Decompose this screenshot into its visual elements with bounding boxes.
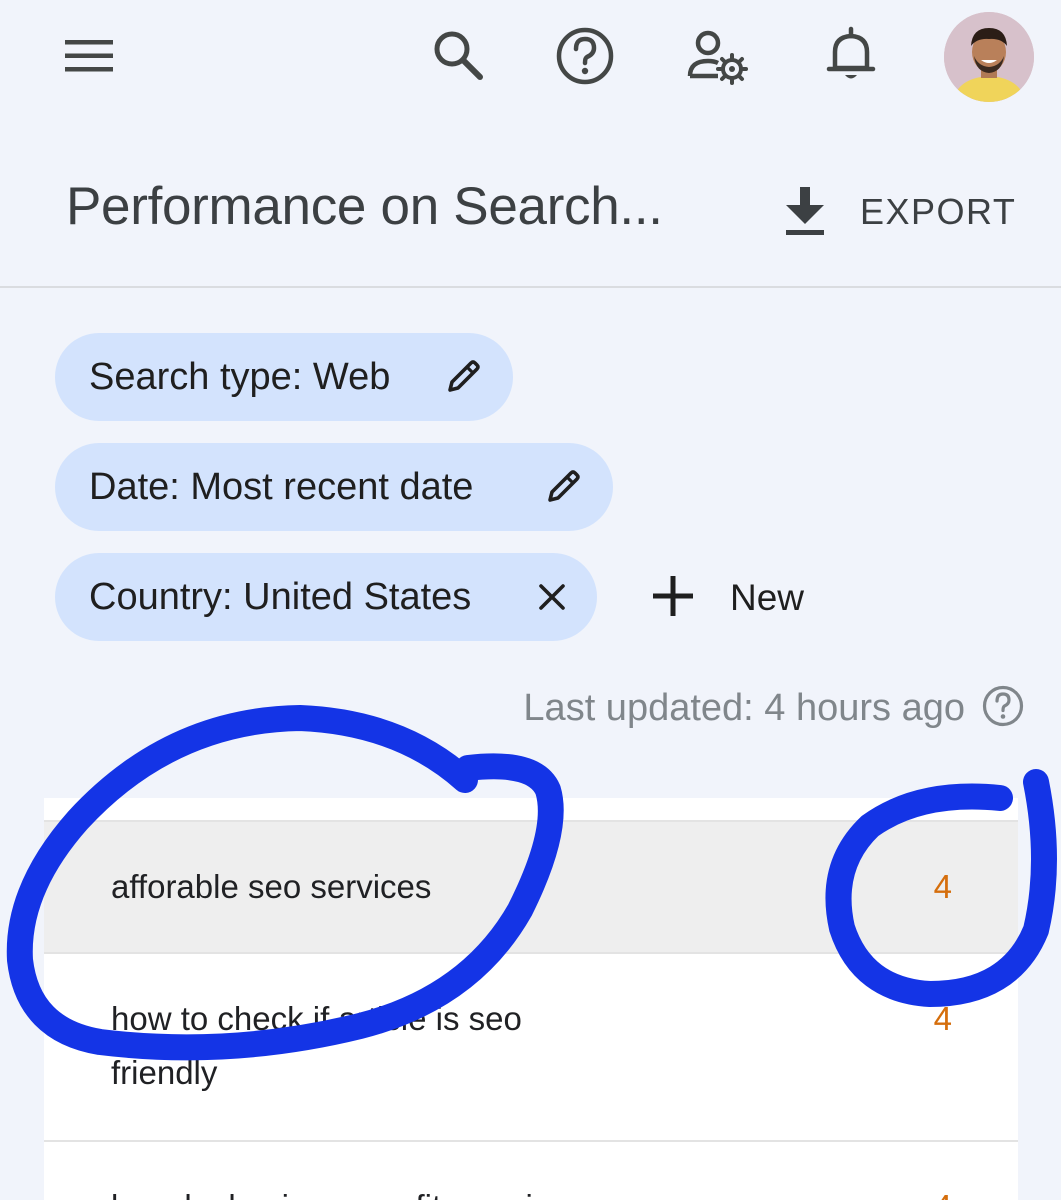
help-icon[interactable] <box>981 684 1025 733</box>
query-value: 4 <box>933 868 952 905</box>
notifications-icon[interactable] <box>818 22 884 88</box>
chip-label: Country: United States <box>89 575 472 618</box>
queries-table: afforable seo services 4 how to check if… <box>44 798 1018 1200</box>
new-filter-label: New <box>730 577 805 618</box>
page-title: Performance on Search... <box>66 177 663 236</box>
filter-chip-date[interactable]: Date: Most recent date <box>55 443 613 531</box>
table-row[interactable]: how to check if article is seo friendly … <box>44 952 1018 1140</box>
edit-icon[interactable] <box>443 333 483 421</box>
filter-chip-search-type[interactable]: Search type: Web <box>55 333 513 421</box>
table-row[interactable]: laundry business profit margin 4 <box>44 1140 1018 1200</box>
table-row[interactable]: afforable seo services 4 <box>44 820 1018 952</box>
help-icon[interactable] <box>552 24 618 88</box>
user-avatar-image <box>944 12 1034 102</box>
query-text: how to check if article is seo friendly <box>111 1000 522 1091</box>
chip-label: Date: Most recent date <box>89 465 474 508</box>
new-filter-button[interactable]: New <box>650 567 804 629</box>
avatar[interactable] <box>944 12 1034 102</box>
edit-icon[interactable] <box>543 443 583 531</box>
query-text: afforable seo services <box>111 868 432 905</box>
plus-icon <box>650 573 696 624</box>
export-button[interactable]: EXPORT <box>780 180 1016 244</box>
query-value: 4 <box>934 1180 952 1200</box>
download-icon <box>780 183 830 242</box>
manage-accounts-icon[interactable] <box>682 24 752 88</box>
header-divider <box>0 286 1061 288</box>
filter-chip-country[interactable]: Country: United States <box>55 553 597 641</box>
chip-label: Search type: Web <box>89 355 391 398</box>
top-app-bar <box>0 0 1061 115</box>
query-value: 4 <box>933 1000 952 1037</box>
export-label: EXPORT <box>860 191 1017 232</box>
last-updated-text: Last updated: 4 hours ago <box>523 686 965 729</box>
last-updated: Last updated: 4 hours ago <box>523 682 1025 734</box>
close-icon[interactable] <box>533 553 571 641</box>
search-icon[interactable] <box>426 25 490 85</box>
query-text: laundry business profit margin <box>111 1180 631 1200</box>
menu-icon[interactable] <box>56 30 122 82</box>
